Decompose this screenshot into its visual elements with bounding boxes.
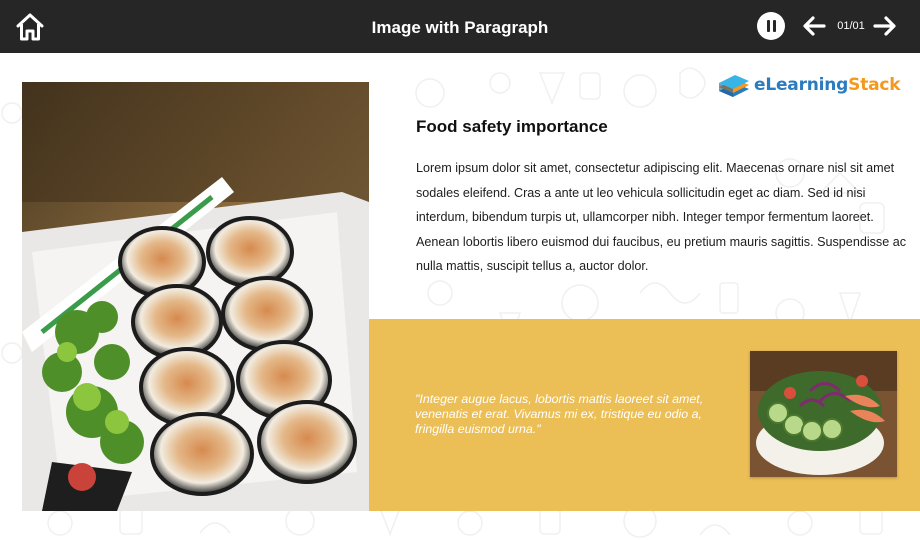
quote-text: "Integer augue lacus, lobortis mattis la… [415,392,704,436]
content-paragraph: Lorem ipsum dolor sit amet, consectetur … [416,161,907,273]
page-counter: 01/01 [837,20,865,32]
top-bar: Image with Paragraph 01/01 [0,0,920,53]
sushi-photo [22,82,369,511]
home-icon [16,13,44,41]
content-heading: Food safety importance [416,117,608,136]
previous-button[interactable] [802,15,826,37]
pause-button[interactable] [757,12,785,40]
elearningstack-logo: eLearningStack [717,71,901,101]
arrow-left-icon [803,16,826,36]
pause-icon [766,20,770,32]
logo-wordmark: eLearningStack [754,75,901,95]
home-button[interactable] [14,11,46,43]
next-button[interactable] [873,15,897,37]
books-logo-icon [719,75,749,97]
arrow-right-icon [873,16,896,36]
salad-photo [750,351,897,477]
